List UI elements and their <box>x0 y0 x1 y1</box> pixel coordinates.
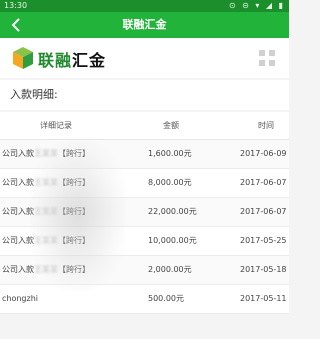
status-icons: ⊙ ⊝ ▾ ◢ ▮ <box>228 1 285 10</box>
detail-suffix: 【跨行】 <box>58 149 90 158</box>
time-cell: 2017-05-18 <box>240 265 287 274</box>
time-cell: 2017-06-07 <box>240 178 287 187</box>
title-bar: 联融汇金 <box>0 12 289 38</box>
detail-masked: 王某某 <box>34 207 58 216</box>
amount-cell: 8,000.00元 <box>148 178 192 187</box>
brand-logo-text: 联融汇金 <box>38 47 106 71</box>
detail-prefix: 公司入款 <box>2 178 34 187</box>
detail-suffix: 【跨行】 <box>58 236 90 245</box>
table-row[interactable]: 公司入款王某某【跨行】 1,600.00元 2017-06-09 <box>0 140 289 169</box>
status-time: 13:30 <box>4 1 28 10</box>
table-row[interactable]: 公司入款王某某【跨行】 22,000.00元 2017-06-07 <box>0 198 289 227</box>
column-header-time: 时间 <box>258 121 274 130</box>
detail-cell: 公司入款王某某【跨行】 <box>2 256 122 284</box>
time-cell: 2017-05-25 <box>240 236 287 245</box>
detail-prefix: 公司入款 <box>2 149 34 158</box>
detail-masked: 王某某 <box>34 236 58 245</box>
detail-masked: 王某某 <box>34 265 58 274</box>
brand-bar: 联融汇金 <box>0 38 289 78</box>
detail-suffix: 【跨行】 <box>58 178 90 187</box>
brand-name-tail: 汇金 <box>72 51 107 70</box>
detail-masked: 王某某 <box>34 178 58 187</box>
detail-prefix: 公司入款 <box>2 265 34 274</box>
table-row[interactable]: 公司入款王某某【跨行】 2,000.00元 2017-05-18 <box>0 256 289 285</box>
section-header: 入款明细: <box>0 80 289 110</box>
column-header-amount: 金额 <box>163 121 179 130</box>
section-title: 入款明细: <box>10 88 58 101</box>
brand-name: 联融 <box>38 51 73 70</box>
detail-cell: 公司入款王某某【跨行】 <box>2 169 122 197</box>
table-body: 公司入款王某某【跨行】 1,600.00元 2017-06-09 公司入款王某某【跨行… <box>0 140 289 314</box>
amount-cell: 500.00元 <box>148 294 184 303</box>
table-row[interactable]: 公司入款王某某【跨行】 10,000.00元 2017-05-25 <box>0 227 289 256</box>
page-title: 联融汇金 <box>122 18 167 31</box>
deposit-table: 详细记录 金额 时间 公司入款王某某【跨行】 1,600.00元 2017-06-0… <box>0 112 289 314</box>
grid-menu-icon[interactable] <box>259 50 275 66</box>
detail-cell: 公司入款王某某【跨行】 <box>2 140 122 168</box>
status-bar: 13:30 ⊙ ⊝ ▾ ◢ ▮ <box>0 0 289 12</box>
detail-prefix: 公司入款 <box>2 236 34 245</box>
time-cell: 2017-06-09 <box>240 149 287 158</box>
amount-cell: 2,000.00元 <box>148 265 192 274</box>
time-cell: 2017-06-07 <box>240 207 287 216</box>
brand-logo-icon <box>13 47 33 69</box>
detail-prefix: chongzhi <box>2 294 39 303</box>
detail-cell: 公司入款王某某【跨行】 <box>2 198 122 226</box>
detail-prefix: 公司入款 <box>2 207 34 216</box>
detail-suffix: 【跨行】 <box>58 207 90 216</box>
table-row[interactable]: chongzhi 500.00元 2017-05-11 <box>0 285 289 314</box>
detail-suffix: 【跨行】 <box>58 265 90 274</box>
detail-cell: 公司入款王某某【跨行】 <box>2 227 122 255</box>
detail-cell: chongzhi <box>2 285 122 313</box>
app-screen: 13:30 ⊙ ⊝ ▾ ◢ ▮ 联融汇金 联融汇金 入款明细: 详细记录 金额 … <box>0 0 289 339</box>
table-row[interactable]: 公司入款王某某【跨行】 8,000.00元 2017-06-07 <box>0 169 289 198</box>
time-cell: 2017-05-11 <box>240 294 287 303</box>
detail-masked: 王某某 <box>34 149 58 158</box>
amount-cell: 10,000.00元 <box>148 236 197 245</box>
table-header: 详细记录 金额 时间 <box>0 112 289 140</box>
amount-cell: 22,000.00元 <box>148 207 197 216</box>
column-header-detail: 详细记录 <box>40 121 72 130</box>
amount-cell: 1,600.00元 <box>148 149 192 158</box>
